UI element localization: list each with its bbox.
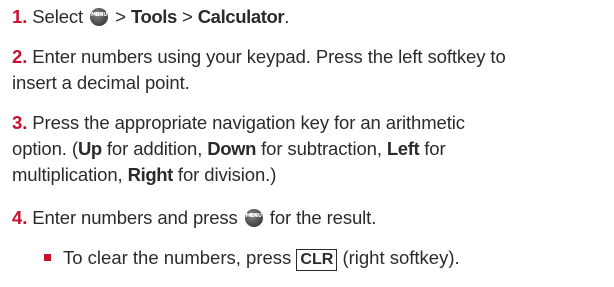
left-key-label: Left xyxy=(386,138,420,159)
step-text: for addition, xyxy=(101,138,208,159)
tools-menu-label: Tools xyxy=(130,6,177,27)
bullet-item: To clear the numbers, press CLR (right s… xyxy=(44,245,608,271)
separator: > xyxy=(110,6,131,27)
step-text-line3-pre: multiplication, xyxy=(12,164,128,185)
down-key-label: Down xyxy=(207,138,257,159)
step-1: 1. Select MENU OK > Tools > Calculator. xyxy=(12,4,608,30)
step-text-line1: Press the appropriate navigation key for… xyxy=(32,112,465,133)
step-3: 3. Press the appropriate navigation key … xyxy=(12,110,608,188)
step-2: 2. Enter numbers using your keypad. Pres… xyxy=(12,44,608,96)
step-text: Enter numbers and press xyxy=(32,207,238,228)
right-key-label: Right xyxy=(127,164,174,185)
calculator-menu-label: Calculator xyxy=(197,6,285,27)
step-number: 1. xyxy=(12,6,28,27)
up-key-label: Up xyxy=(77,138,102,159)
step-text-line2-pre: option. ( xyxy=(12,138,78,159)
step-text: for xyxy=(419,138,446,159)
step-number: 2. xyxy=(12,46,28,67)
bullet-text-end: (right softkey). xyxy=(337,247,460,268)
instruction-document: 1. Select MENU OK > Tools > Calculator. 2… xyxy=(0,0,614,287)
clr-key-label: CLR xyxy=(296,249,338,271)
step-text: for division.) xyxy=(172,164,277,185)
step-text-line2: insert a decimal point. xyxy=(12,72,190,93)
menu-ok-key-icon: MENU OK xyxy=(244,209,263,227)
step-text-end: . xyxy=(284,6,290,27)
separator: > xyxy=(176,6,198,27)
step-text-end: for the result. xyxy=(264,207,377,228)
bullet-square-icon xyxy=(44,254,51,261)
step-4: 4. Enter numbers and press MENU OK for th… xyxy=(12,205,608,231)
menu-ok-key-icon: MENU OK xyxy=(90,8,109,26)
step-text: for subtraction, xyxy=(256,138,387,159)
bullet-text: To clear the numbers, press xyxy=(63,247,297,268)
step-text: Select xyxy=(32,6,84,27)
step-text-line1: Enter numbers using your keypad. Press t… xyxy=(32,46,506,67)
step-number: 3. xyxy=(12,112,28,133)
step-number: 4. xyxy=(12,207,28,228)
